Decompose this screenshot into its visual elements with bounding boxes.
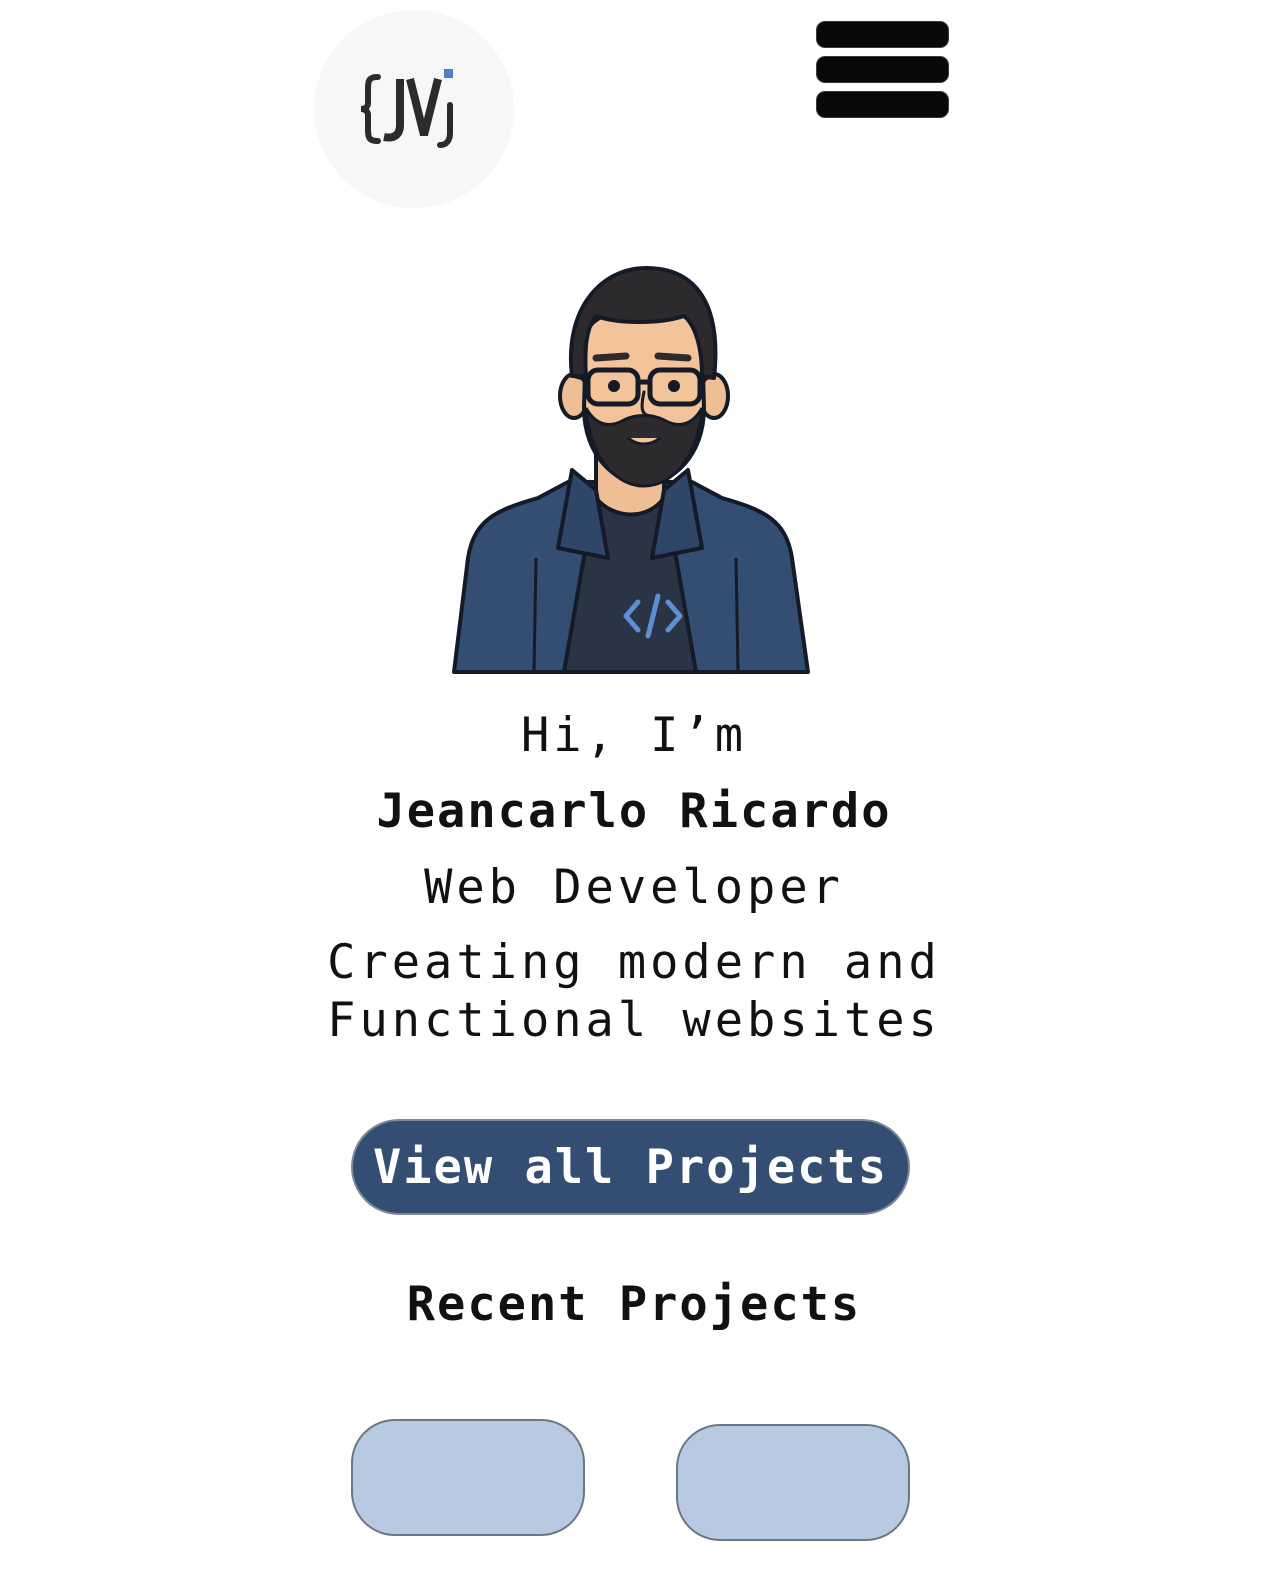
view-all-projects-button[interactable]: View all Projects bbox=[351, 1119, 910, 1215]
jv-logo-icon bbox=[360, 69, 453, 148]
project-card-1[interactable] bbox=[351, 1419, 585, 1536]
tagline-line-1: Creating modern and bbox=[327, 935, 941, 990]
developer-avatar-icon bbox=[452, 266, 810, 674]
menu-bar bbox=[817, 22, 948, 47]
project-card-2[interactable] bbox=[676, 1424, 910, 1541]
recent-projects-title: Recent Projects bbox=[406, 1277, 862, 1332]
menu-bar bbox=[817, 57, 948, 82]
role-text: Web Developer bbox=[424, 860, 844, 915]
site-logo[interactable] bbox=[314, 10, 514, 208]
hamburger-menu-button[interactable] bbox=[817, 22, 948, 118]
developer-avatar bbox=[446, 258, 814, 674]
developer-name: Jeancarlo Ricardo bbox=[376, 784, 892, 839]
menu-bar bbox=[817, 92, 948, 117]
tagline-line-2: Functional websites bbox=[327, 993, 941, 1048]
greeting-text: Hi, I’m bbox=[520, 708, 748, 763]
tagline: Creating modern and Functional websites bbox=[0, 934, 1268, 1050]
